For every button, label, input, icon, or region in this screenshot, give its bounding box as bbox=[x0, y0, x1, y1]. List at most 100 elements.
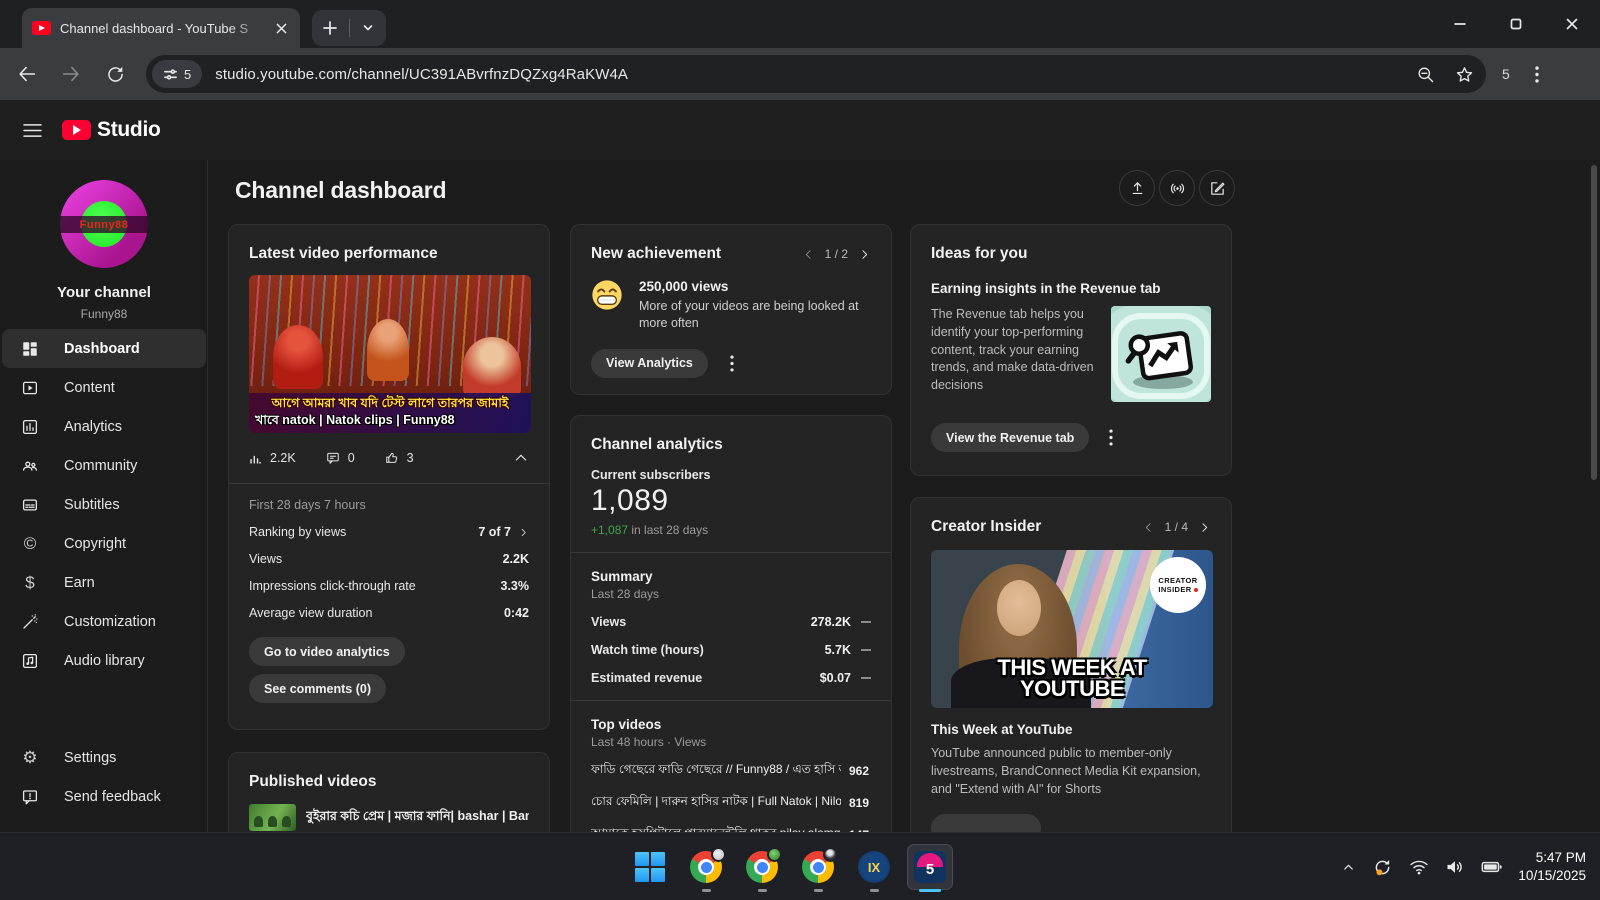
revenue-insights-art bbox=[1111, 306, 1211, 402]
sidebar-item-audio-library[interactable]: Audio library bbox=[0, 641, 208, 680]
start-button[interactable] bbox=[628, 839, 672, 895]
row-value: 278.2K bbox=[811, 615, 851, 629]
sidebar-item-earn[interactable]: $ Earn bbox=[0, 563, 208, 602]
chrome-profile-1[interactable] bbox=[684, 839, 728, 895]
insider-pager: 1 / 4 bbox=[1142, 520, 1211, 534]
browser-menu-icon[interactable] bbox=[1524, 66, 1550, 83]
volume-icon[interactable] bbox=[1445, 858, 1465, 876]
tray-chevron-up-icon[interactable] bbox=[1341, 860, 1356, 875]
delta-period: in last 28 days bbox=[628, 523, 708, 537]
window-controls bbox=[1432, 0, 1600, 48]
published-video-row[interactable]: বুইরার কচি প্রেম | মজার ফানি| bashar | B… bbox=[249, 804, 529, 831]
url-text[interactable]: studio.youtube.com/channel/UC391ABvrfnzD… bbox=[215, 66, 628, 83]
maximize-button[interactable] bbox=[1488, 0, 1544, 48]
view-revenue-tab-button[interactable]: View the Revenue tab bbox=[931, 423, 1089, 452]
browser-tab[interactable]: Channel dashboard - YouTube S bbox=[22, 8, 300, 48]
minimize-button[interactable] bbox=[1432, 0, 1488, 48]
youtube-logo-icon bbox=[62, 120, 91, 140]
ideas-description: The Revenue tab helps you identify your … bbox=[931, 306, 1097, 402]
latest-video-thumbnail[interactable]: আগে আমরা খাব যদি টেস্ট লাগে তারপর জামাই … bbox=[249, 275, 531, 433]
sidebar-item-dashboard[interactable]: Dashboard bbox=[2, 329, 206, 368]
trend-flat-icon bbox=[861, 677, 871, 679]
new-tab-button[interactable] bbox=[312, 10, 349, 46]
active-app[interactable]: 5 bbox=[908, 839, 952, 895]
thumbnail-caption: আগে আমরা খাব যদি টেস্ট লাগে তারপর জামাই … bbox=[249, 393, 531, 433]
battery-icon[interactable] bbox=[1481, 860, 1502, 874]
latest-video-performance-card: Latest video performance আগে আমরা খাব যদ… bbox=[228, 224, 550, 730]
row-label: Average view duration bbox=[249, 606, 372, 620]
sidebar-item-label: Settings bbox=[64, 750, 116, 766]
tab-search-chevron[interactable] bbox=[350, 10, 387, 46]
collapse-chevron-icon[interactable] bbox=[513, 450, 529, 466]
tab-close-button[interactable] bbox=[272, 19, 290, 37]
address-bar[interactable]: 5 studio.youtube.com/channel/UC391ABvrfn… bbox=[146, 55, 1486, 93]
channel-avatar[interactable]: Funny88 bbox=[60, 180, 148, 268]
content-icon bbox=[20, 378, 40, 398]
badge-line2: INSIDER bbox=[1158, 585, 1191, 594]
sidebar-item-settings[interactable]: ⚙ Settings bbox=[0, 738, 208, 777]
chrome-profile-2[interactable] bbox=[740, 839, 784, 895]
go-to-video-analytics-button[interactable]: Go to video analytics bbox=[249, 637, 405, 666]
back-button[interactable] bbox=[10, 57, 44, 91]
profile-badge[interactable]: 5 bbox=[1502, 66, 1510, 82]
pager-next-icon[interactable] bbox=[858, 248, 871, 261]
site-info-chip[interactable]: 5 bbox=[152, 60, 202, 88]
see-comments-button[interactable]: See comments (0) bbox=[249, 674, 386, 703]
insider-video-thumbnail[interactable]: CREATOR INSIDER THIS WEEK AT YOUTUBE bbox=[931, 550, 1213, 708]
channel-analytics-card: Channel analytics Current subscribers 1,… bbox=[570, 415, 892, 832]
pager-prev-icon[interactable] bbox=[802, 248, 815, 261]
taskbar-clock[interactable]: 5:47 PM 10/15/2025 bbox=[1518, 849, 1586, 885]
thumbnail-overlay-text: THIS WEEK AT YOUTUBE bbox=[931, 657, 1213, 700]
dashboard-actions bbox=[1119, 170, 1235, 206]
published-video-thumbnail bbox=[249, 804, 296, 831]
achievement-menu-icon[interactable] bbox=[730, 355, 734, 372]
comments-stat: 0 bbox=[326, 451, 355, 465]
card-divider bbox=[571, 700, 891, 701]
pager-next-icon[interactable] bbox=[1198, 521, 1211, 534]
sidebar-item-label: Dashboard bbox=[64, 341, 140, 357]
watch-on-youtube-button[interactable] bbox=[931, 814, 1041, 832]
bookmark-star-icon[interactable] bbox=[1455, 65, 1474, 84]
studio-logo[interactable]: Studio bbox=[62, 118, 161, 142]
hamburger-menu-icon[interactable] bbox=[12, 110, 52, 150]
sidebar-item-label: Community bbox=[64, 458, 137, 474]
ix-app-icon: IX bbox=[858, 851, 890, 883]
wifi-icon[interactable] bbox=[1409, 858, 1429, 876]
sidebar-item-analytics[interactable]: Analytics bbox=[0, 407, 208, 446]
reload-button[interactable] bbox=[98, 57, 132, 91]
view-analytics-button[interactable]: View Analytics bbox=[591, 349, 708, 378]
ranking-row[interactable]: Ranking by views 7 of 7 bbox=[249, 525, 529, 539]
sidebar-item-customization[interactable]: Customization bbox=[0, 602, 208, 641]
pager-prev-icon[interactable] bbox=[1142, 521, 1155, 534]
go-live-button[interactable] bbox=[1159, 170, 1195, 206]
system-tray: 5:47 PM 10/15/2025 bbox=[1341, 833, 1586, 900]
close-button[interactable] bbox=[1544, 0, 1600, 48]
sidebar-item-send-feedback[interactable]: Send feedback bbox=[0, 777, 208, 816]
zoom-icon[interactable] bbox=[1416, 65, 1435, 84]
upload-videos-button[interactable] bbox=[1119, 170, 1155, 206]
channel-avatar-text: Funny88 bbox=[80, 219, 129, 231]
sidebar-item-community[interactable]: Community bbox=[0, 446, 208, 485]
screenshot-app-icon: 5 bbox=[914, 851, 946, 883]
forward-button[interactable] bbox=[54, 57, 88, 91]
chrome-profile-3[interactable] bbox=[796, 839, 840, 895]
sidebar-item-label: Earn bbox=[64, 575, 95, 591]
sidebar-item-subtitles[interactable]: Subtitles bbox=[0, 485, 208, 524]
top-video-row[interactable]: আমাকে হসপিটালে পারমানেন্টলি থাকব niloy a… bbox=[591, 825, 871, 832]
ideas-menu-icon[interactable] bbox=[1109, 429, 1113, 446]
ix-app[interactable]: IX bbox=[852, 839, 896, 895]
copyright-icon: © bbox=[20, 534, 40, 554]
page-scrollbar[interactable] bbox=[1591, 165, 1597, 480]
edit-button[interactable] bbox=[1199, 170, 1235, 206]
sidebar-item-copyright[interactable]: © Copyright bbox=[0, 524, 208, 563]
summary-title: Summary bbox=[591, 569, 871, 584]
earn-dollar-icon: $ bbox=[20, 573, 40, 593]
card-title: New achievement bbox=[591, 245, 721, 263]
top-video-row[interactable]: ফাডি গেছেরে ফাডি গেছেরে // Funny88 / এত … bbox=[591, 761, 871, 781]
top-video-row[interactable]: চোর ফেমিলি | দারুন হাসির নাটক | Full Nat… bbox=[591, 793, 871, 813]
sidebar-item-content[interactable]: Content bbox=[0, 368, 208, 407]
chrome-icon bbox=[690, 851, 722, 883]
update-sync-icon[interactable] bbox=[1372, 857, 1393, 878]
thumbnail-caption-line2: খাবে natok | Natok clips | Funny88 bbox=[255, 412, 525, 428]
thumbnail-figure bbox=[367, 319, 409, 381]
